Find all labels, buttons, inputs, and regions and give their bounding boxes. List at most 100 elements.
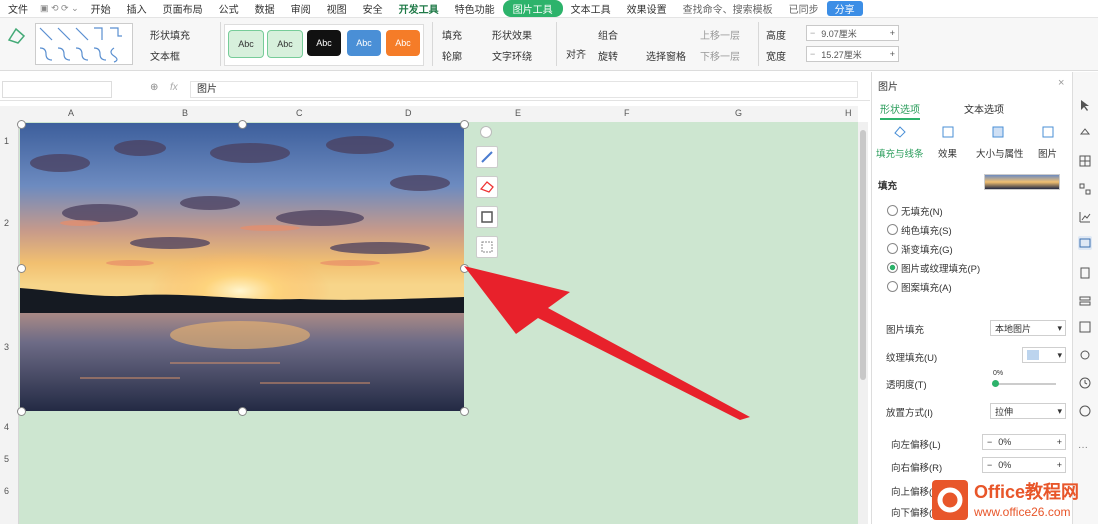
subtab-picture[interactable]: 图片 <box>1038 146 1057 160</box>
col-a[interactable]: A <box>68 108 74 118</box>
menu-features[interactable]: 特色功能 <box>447 1 503 16</box>
fill-line-icon[interactable] <box>892 124 908 140</box>
layers-icon[interactable] <box>1078 294 1092 308</box>
row-3[interactable]: 3 <box>4 342 9 352</box>
menu-home[interactable]: 开始 <box>83 1 119 16</box>
group-button[interactable]: 组合 <box>598 27 618 42</box>
chart-icon[interactable] <box>1078 210 1092 224</box>
sync-status[interactable]: 已同步 <box>781 1 827 16</box>
row-6[interactable]: 6 <box>4 486 9 496</box>
style-option-5[interactable]: Abc <box>386 30 420 56</box>
offset-left-input[interactable]: −0% + <box>982 434 1066 450</box>
subtab-effects[interactable]: 效果 <box>938 146 957 160</box>
style-option-3[interactable]: Abc <box>307 30 341 56</box>
radio-picture-fill[interactable] <box>887 262 898 273</box>
width-input[interactable]: −15.27厘米 + <box>806 46 899 62</box>
radio-no-fill[interactable] <box>887 205 898 216</box>
menu-insert[interactable]: 插入 <box>119 1 155 16</box>
text-wrap-button[interactable]: 文字环绕 <box>492 48 532 63</box>
fill-section-header[interactable]: 填充 <box>878 178 897 192</box>
menu-review[interactable]: 审阅 <box>283 1 319 16</box>
radio-gradient-fill[interactable] <box>887 243 898 254</box>
menu-page-layout[interactable]: 页面布局 <box>155 1 211 16</box>
text-box-label[interactable]: 文本框 <box>150 48 180 63</box>
row-1[interactable]: 1 <box>4 136 9 146</box>
bring-forward-button[interactable]: 上移一层 <box>700 27 740 42</box>
send-backward-button[interactable]: 下移一层 <box>700 48 740 63</box>
align-button[interactable]: 对齐 <box>566 46 586 61</box>
zoom-icon[interactable]: ⊕ <box>150 82 158 93</box>
shape-effect-button[interactable]: 形状效果 <box>492 27 532 42</box>
select-icon[interactable] <box>1078 98 1092 112</box>
col-g[interactable]: G <box>735 108 742 118</box>
formula-input[interactable]: 图片 <box>190 81 858 98</box>
help-icon[interactable] <box>1078 404 1092 418</box>
more-icon[interactable]: ··· <box>1078 442 1092 456</box>
close-icon[interactable]: × <box>1058 77 1064 89</box>
menu-picture-tools[interactable]: 图片工具 <box>502 0 563 17</box>
shape-fill-icon[interactable] <box>476 176 498 198</box>
row-5[interactable]: 5 <box>4 454 9 464</box>
resize-handle-tl[interactable] <box>17 120 26 129</box>
transparency-slider[interactable] <box>992 383 1056 385</box>
resize-handle-l[interactable] <box>17 264 26 273</box>
col-f[interactable]: F <box>624 108 630 118</box>
style-option-1[interactable]: Abc <box>228 30 264 58</box>
effects-rail-icon[interactable] <box>1078 348 1092 362</box>
subtab-size[interactable]: 大小与属性 <box>976 146 1024 160</box>
picture-tool-icon[interactable] <box>476 236 498 258</box>
share-button[interactable]: 分享 <box>826 1 863 16</box>
tab-shape-options[interactable]: 形状选项 <box>880 101 920 120</box>
selection-pane-button[interactable]: 选择窗格 <box>646 48 686 63</box>
rotate-button[interactable]: 旋转 <box>598 48 618 63</box>
menu-formula[interactable]: 公式 <box>211 1 247 16</box>
menu-effects[interactable]: 效果设置 <box>619 1 675 16</box>
col-e[interactable]: E <box>515 108 521 118</box>
row-4[interactable]: 4 <box>4 422 9 432</box>
col-c[interactable]: C <box>296 108 303 118</box>
style-option-4[interactable]: Abc <box>347 30 381 56</box>
picture-icon[interactable] <box>1040 124 1056 140</box>
resize-handle-b[interactable] <box>238 407 247 416</box>
table-icon[interactable] <box>1078 154 1092 168</box>
menu-text-tools[interactable]: 文本工具 <box>563 1 619 16</box>
image-fill-dropdown[interactable]: 本地图片 ▾ <box>990 320 1066 336</box>
col-b[interactable]: B <box>182 108 188 118</box>
search-command[interactable]: 查找命令、搜索模板 <box>675 1 781 16</box>
menu-file[interactable]: 文件 <box>0 1 36 16</box>
shape-icon[interactable] <box>6 26 28 46</box>
resize-handle-t[interactable] <box>238 120 247 129</box>
menu-data[interactable]: 数据 <box>247 1 283 16</box>
name-box[interactable] <box>2 81 112 98</box>
fill-button[interactable]: 填充 <box>442 27 462 42</box>
resize-handle-tr[interactable] <box>460 120 469 129</box>
tile-mode-dropdown[interactable]: 拉伸 ▾ <box>990 403 1066 419</box>
document-icon[interactable] <box>1078 266 1092 280</box>
crop-frame-icon[interactable] <box>476 206 498 228</box>
fill-preview[interactable] <box>984 174 1060 190</box>
function-icon[interactable]: fx <box>170 82 178 93</box>
col-h[interactable]: H <box>845 108 852 118</box>
edit-pen-icon[interactable] <box>476 146 498 168</box>
menu-developer[interactable]: 开发工具 <box>391 1 447 16</box>
fill-bucket-icon[interactable] <box>1078 126 1092 140</box>
shapes-icon[interactable] <box>1078 182 1092 196</box>
scrollbar-thumb[interactable] <box>860 130 866 380</box>
picture-settings-icon[interactable] <box>1078 236 1092 250</box>
radio-solid-fill[interactable] <box>887 224 898 235</box>
menu-security[interactable]: 安全 <box>355 1 391 16</box>
row-2[interactable]: 2 <box>4 218 9 228</box>
history-icon[interactable] <box>1078 376 1092 390</box>
collapse-toolbar-icon[interactable] <box>480 126 492 138</box>
height-input[interactable]: −9.07厘米 + <box>806 25 899 41</box>
quick-access-icons[interactable]: ▣ ⟲ ⟳ ⌄ <box>36 3 83 14</box>
size-icon[interactable] <box>990 124 1006 140</box>
outline-button[interactable]: 轮廓 <box>442 48 462 63</box>
image-icon[interactable] <box>1078 320 1092 334</box>
line-gallery[interactable] <box>35 23 133 65</box>
shape-fill-label[interactable]: 形状填充 <box>150 27 190 42</box>
col-d[interactable]: D <box>405 108 412 118</box>
tab-text-options[interactable]: 文本选项 <box>964 101 1004 116</box>
sunset-picture[interactable] <box>20 123 464 411</box>
transparency-slider-knob[interactable] <box>992 380 999 387</box>
